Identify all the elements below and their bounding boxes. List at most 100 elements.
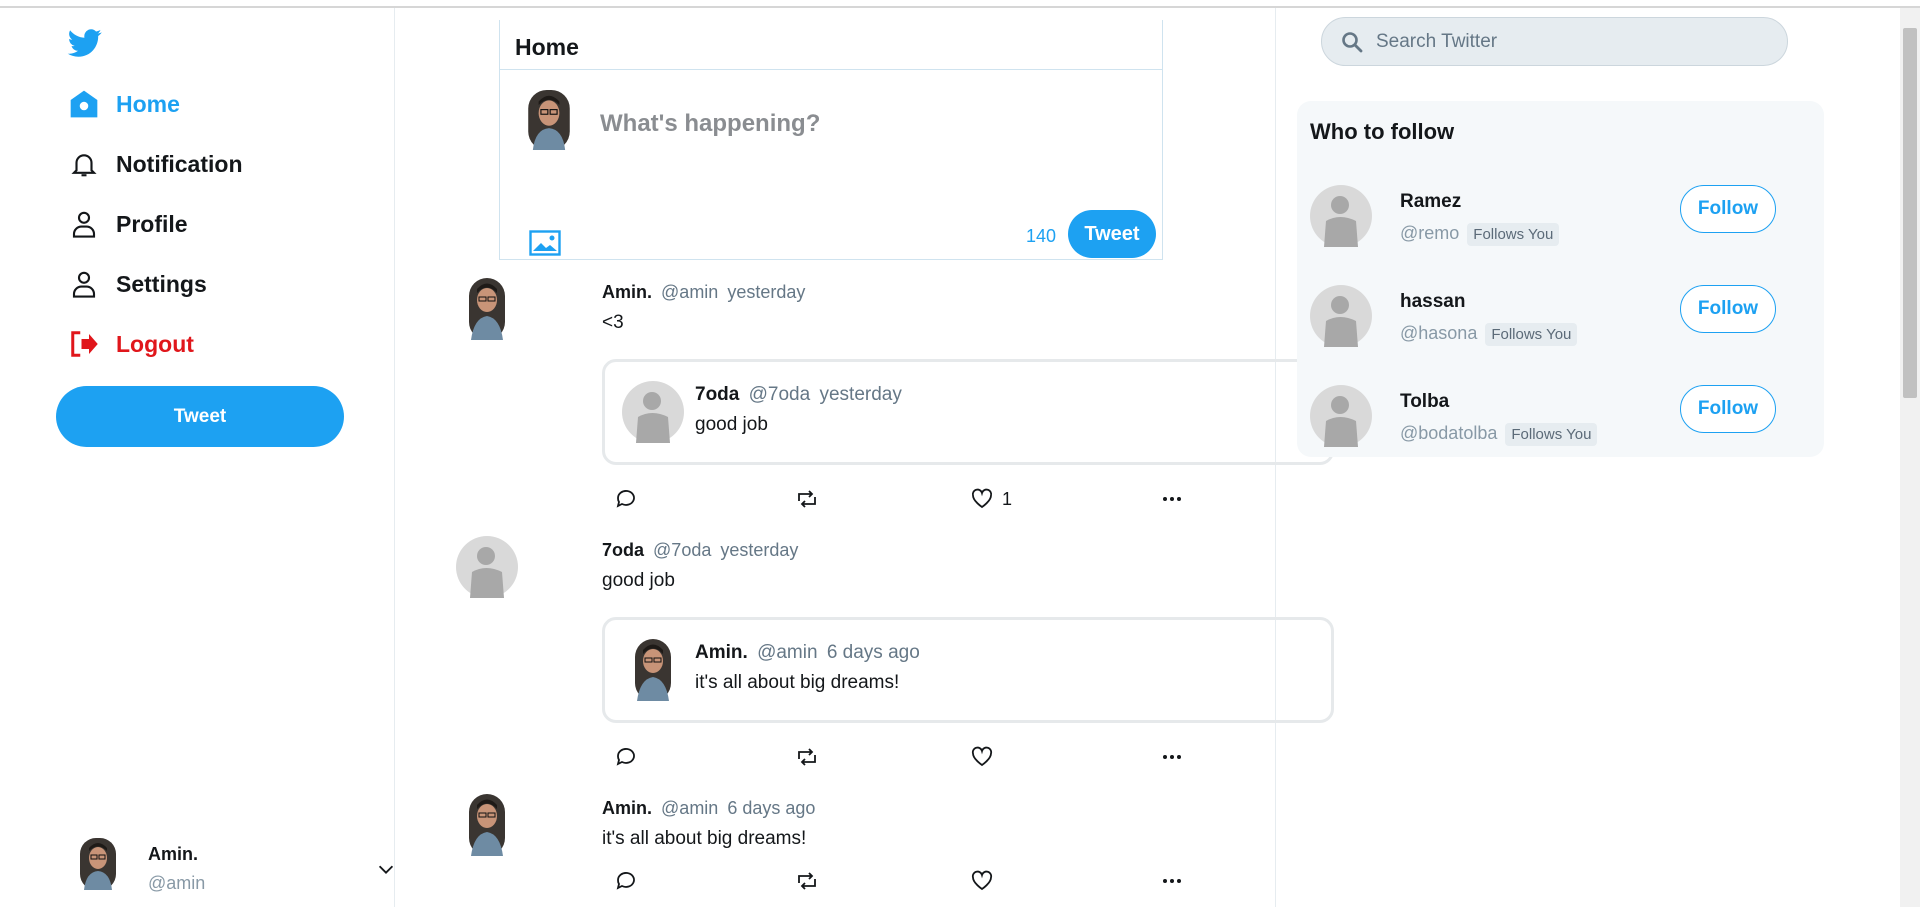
search-input[interactable] xyxy=(1376,30,1776,53)
tweet-actions xyxy=(602,866,1212,896)
tweet[interactable]: Amin. @amin 6 days ago it's all about bi… xyxy=(456,794,1276,907)
follow-suggestion[interactable]: Tolba @bodatolba Follows You Follow xyxy=(1310,385,1810,451)
suggestion-handle: @hasona Follows You xyxy=(1400,323,1578,346)
account-handle: @amin xyxy=(148,873,206,893)
follow-button[interactable]: Follow xyxy=(1680,385,1776,433)
tweet-submit-button[interactable]: Tweet xyxy=(1068,210,1156,258)
follows-you-badge: Follows You xyxy=(1467,223,1560,246)
reply-icon[interactable] xyxy=(614,742,638,772)
avatar xyxy=(622,381,684,443)
suggestion-name[interactable]: Tolba xyxy=(1400,391,1449,413)
suggestion-handle-text: @hasona xyxy=(1400,323,1478,343)
tweet-author-handle: @amin xyxy=(661,282,719,302)
quoted-tweet-time: yesterday xyxy=(819,384,902,405)
user-icon xyxy=(66,206,102,242)
page-scrollbar[interactable] xyxy=(1900,8,1920,907)
image-upload-icon[interactable] xyxy=(529,230,561,256)
quoted-tweet[interactable]: Amin. @amin 6 days ago it's all about bi… xyxy=(602,617,1334,723)
reply-icon[interactable] xyxy=(614,866,638,896)
quoted-author-name[interactable]: Amin. xyxy=(695,642,748,663)
quoted-tweet-text: it's all about big dreams! xyxy=(695,672,900,693)
tweet-header: 7oda @7oda yesterday xyxy=(602,540,798,561)
retweet-icon[interactable] xyxy=(795,484,819,514)
twitter-bird-icon[interactable] xyxy=(66,26,104,60)
nav-settings-label: Settings xyxy=(116,270,207,297)
quoted-tweet-header: Amin. @amin 6 days ago xyxy=(695,642,920,664)
nav-settings[interactable]: Settings xyxy=(66,264,207,304)
tweet-time: yesterday xyxy=(720,540,799,560)
suggestion-name[interactable]: Ramez xyxy=(1400,191,1461,213)
nav-logout[interactable]: Logout xyxy=(66,324,194,364)
scrollbar-thumb[interactable] xyxy=(1903,28,1917,398)
tweet[interactable]: Amin. @amin yesterday <3 7oda @7oda yest… xyxy=(456,278,1334,528)
tweet-text: it's all about big dreams! xyxy=(602,828,807,849)
more-icon[interactable] xyxy=(1160,484,1184,514)
avatar xyxy=(456,278,518,340)
tweet-input[interactable] xyxy=(600,110,1120,138)
heart-icon xyxy=(970,869,994,893)
tweet-time: yesterday xyxy=(727,282,806,302)
search-icon xyxy=(1340,30,1364,54)
quoted-author-name[interactable]: 7oda xyxy=(695,384,739,405)
nav-notification-label: Notification xyxy=(116,150,243,177)
tweet-author-handle: @amin xyxy=(661,798,719,818)
avatar xyxy=(528,90,570,150)
tweet-actions: 1 xyxy=(602,484,1212,514)
tweet-text: <3 xyxy=(602,312,624,333)
tweet-author-name[interactable]: 7oda xyxy=(602,540,644,560)
nav-profile-label: Profile xyxy=(116,210,188,237)
follow-button[interactable]: Follow xyxy=(1680,285,1776,333)
tweet-actions xyxy=(602,742,1212,772)
tweet-header: Amin. @amin yesterday xyxy=(602,282,805,303)
search-bar[interactable] xyxy=(1321,17,1788,66)
tweet[interactable]: 7oda @7oda yesterday good job Amin. @ami… xyxy=(456,536,1334,786)
left-sidebar: Home Notification Profile Settings Logou… xyxy=(0,8,395,907)
quoted-tweet-time: 6 days ago xyxy=(826,642,920,663)
like-button[interactable] xyxy=(970,742,1002,772)
suggestion-name[interactable]: hassan xyxy=(1400,291,1465,313)
follow-button[interactable]: Follow xyxy=(1680,185,1776,233)
suggestion-handle-text: @bodatolba xyxy=(1400,423,1498,443)
like-button[interactable]: 1 xyxy=(970,484,1012,514)
tweet-composer: Home 140 Tweet xyxy=(499,20,1163,260)
heart-icon xyxy=(970,487,994,511)
tweet-author-name[interactable]: Amin. xyxy=(602,798,652,818)
who-to-follow-panel: Who to follow Ramez @remo Follows You Fol… xyxy=(1297,101,1824,457)
quoted-tweet-header: 7oda @7oda yesterday xyxy=(695,384,902,406)
main-feed: Home 140 Tweet Amin. @amin yesterday <3 … xyxy=(396,8,1334,907)
chevron-down-icon[interactable] xyxy=(375,858,397,880)
more-icon[interactable] xyxy=(1160,866,1184,896)
like-button[interactable] xyxy=(970,866,1002,896)
bell-icon xyxy=(66,146,102,182)
account-name: Amin. xyxy=(148,844,199,864)
avatar xyxy=(80,838,116,890)
account-switcher[interactable]: Amin. @amin xyxy=(80,838,400,898)
retweet-icon[interactable] xyxy=(795,742,819,772)
like-count: 1 xyxy=(1002,488,1013,509)
logout-icon xyxy=(66,326,102,362)
quoted-author-handle: @7oda xyxy=(748,384,811,405)
nav-home[interactable]: Home xyxy=(66,84,180,124)
reply-icon[interactable] xyxy=(614,484,638,514)
tweet-author-name[interactable]: Amin. xyxy=(602,282,652,302)
tweet-author-handle: @7oda xyxy=(653,540,712,560)
nav-notification[interactable]: Notification xyxy=(66,144,243,184)
avatar xyxy=(1310,385,1372,447)
suggestion-handle: @remo Follows You xyxy=(1400,223,1560,246)
avatar xyxy=(1310,185,1372,247)
sidebar-tweet-button[interactable]: Tweet xyxy=(56,386,344,447)
suggestion-handle: @bodatolba Follows You xyxy=(1400,423,1598,446)
nav-profile[interactable]: Profile xyxy=(66,204,188,244)
more-icon[interactable] xyxy=(1160,742,1184,772)
follow-suggestion[interactable]: Ramez @remo Follows You Follow xyxy=(1310,185,1810,251)
follows-you-badge: Follows You xyxy=(1485,323,1578,346)
retweet-icon[interactable] xyxy=(795,866,819,896)
tweet-text: good job xyxy=(602,570,675,591)
quoted-tweet[interactable]: 7oda @7oda yesterday good job xyxy=(602,359,1334,465)
quoted-tweet-text: good job xyxy=(695,414,768,435)
follow-suggestion[interactable]: hassan @hasona Follows You Follow xyxy=(1310,285,1810,351)
char-counter: 140 xyxy=(1026,226,1057,246)
avatar xyxy=(456,536,518,598)
user-icon xyxy=(66,266,102,302)
heart-icon xyxy=(970,745,994,769)
